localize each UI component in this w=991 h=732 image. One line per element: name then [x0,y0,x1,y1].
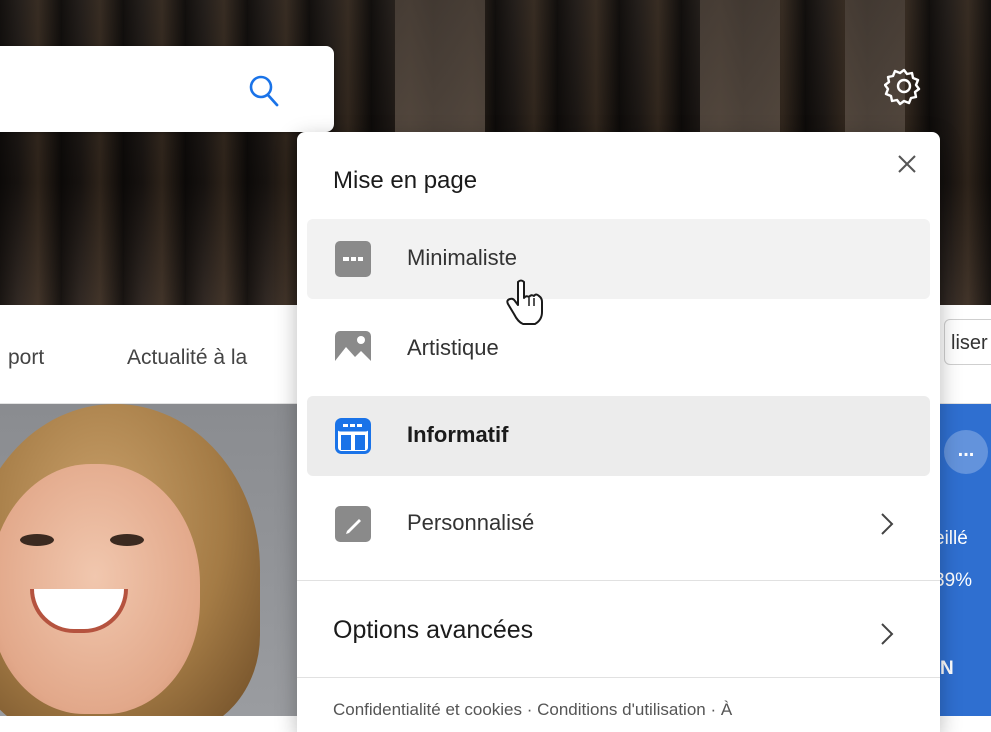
photo-eye [110,534,144,546]
photo-eye [20,534,54,546]
advanced-options-label: Options avancées [333,616,534,644]
nav-item-sport[interactable]: port [8,346,44,370]
more-options-button[interactable]: ... [944,430,988,474]
minimal-layout-icon [335,241,371,277]
advanced-options-item[interactable]: Options avancées [297,592,940,672]
layout-option-minimaliste[interactable]: Minimaliste [307,219,930,299]
close-icon[interactable] [891,148,923,180]
divider [297,580,940,581]
layout-option-informatif[interactable]: Informatif [307,396,930,476]
search-icon[interactable] [244,71,284,111]
layout-settings-panel: Mise en page Minimaliste Artistique Info… [297,132,940,732]
divider [297,677,940,678]
panel-title: Mise en page [333,167,478,194]
image-layout-icon [335,331,371,367]
layout-option-personnalise[interactable]: Personnalisé [307,484,930,564]
search-input[interactable] [10,66,224,114]
hand-cursor-icon [506,279,543,325]
personalize-button[interactable]: liser [944,319,991,365]
nav-item-actualite[interactable]: Actualité à la [127,346,247,370]
chevron-right-icon [881,513,894,535]
option-label: Personnalisé [407,510,535,535]
search-box [0,46,334,132]
option-label: Artistique [407,335,499,360]
news-photo[interactable] [0,404,300,716]
chevron-right-icon [881,623,894,645]
informative-layout-icon [335,418,371,454]
layout-option-artistique[interactable]: Artistique [307,309,930,389]
option-label: Informatif [407,422,509,447]
card-text: N [940,658,954,679]
pencil-icon [335,506,371,542]
gear-icon[interactable] [884,66,924,106]
option-label: Minimaliste [407,245,518,270]
footer-links[interactable]: Confidentialité et cookies · Conditions … [333,700,732,720]
